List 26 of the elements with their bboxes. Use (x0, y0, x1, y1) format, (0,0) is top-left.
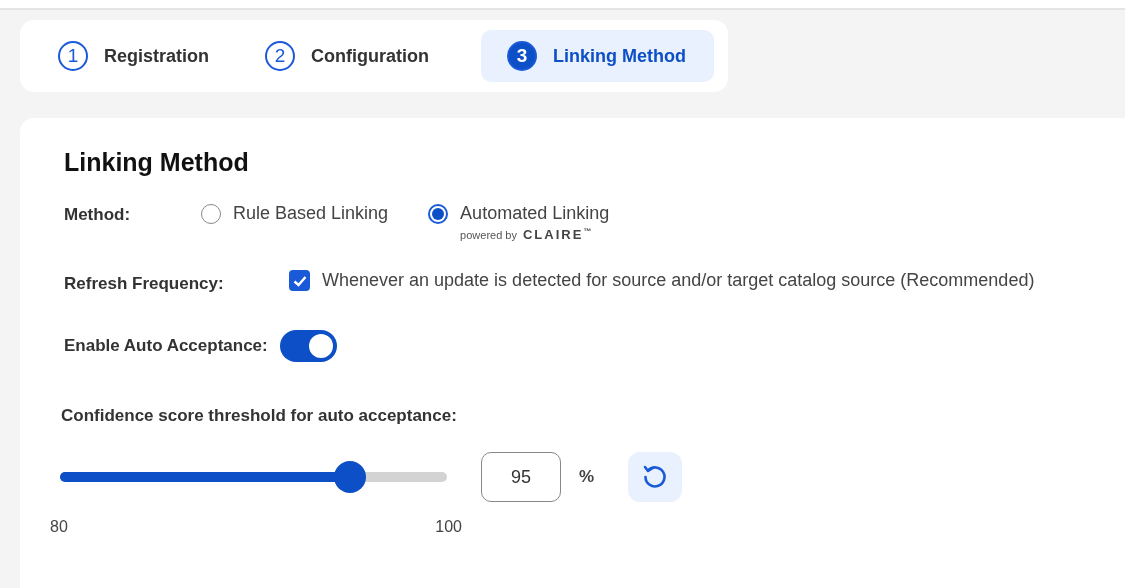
step-tab[interactable]: 2 Configuration (265, 30, 455, 82)
step-tab[interactable]: 1 Registration (58, 30, 235, 82)
field-label: Refresh Frequency: (64, 274, 225, 295)
number-field[interactable]: 95 (481, 452, 561, 503)
reset-button[interactable] (628, 452, 683, 503)
check-icon (292, 274, 307, 287)
radio-label: Automated Linking (460, 203, 610, 224)
slider-min-label: 80 (50, 518, 68, 537)
radio-label: Rule Based Linking (233, 203, 389, 224)
slider-thumb[interactable] (334, 461, 367, 494)
field-label: Enable Auto Acceptance: (64, 336, 268, 357)
slider-max-label: 100 (435, 518, 462, 537)
field-label: Method: (64, 205, 132, 225)
powered-by-text: powered by (460, 229, 517, 242)
step-number: 3 (507, 41, 537, 71)
checkbox[interactable] (289, 270, 310, 292)
step-number: 1 (58, 41, 88, 71)
unit-label: % (579, 467, 595, 488)
field-label: Confidence score threshold for auto acceptance: (61, 406, 458, 427)
section-title: Linking Method (64, 148, 250, 177)
step-number: 2 (265, 41, 295, 71)
step-tab[interactable]: 3 Linking Method (481, 30, 714, 82)
radio-button[interactable] (428, 204, 449, 224)
brand-logo: CLAIRE$^{™}$ (523, 227, 594, 243)
toggle-switch[interactable] (279, 330, 337, 363)
checkbox-label: Whenever an update is detected for source and/or target catalog source (Recommended) (322, 270, 1035, 292)
